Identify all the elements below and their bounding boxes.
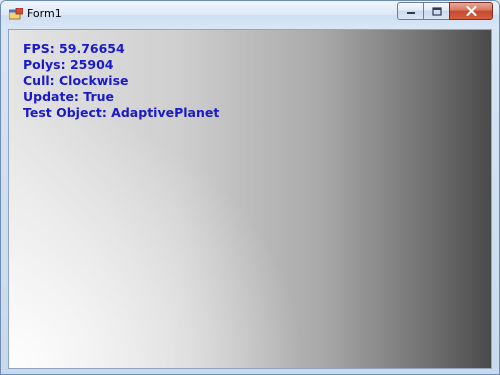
polys-readout: Polys: 25904: [23, 57, 114, 72]
maximize-button[interactable]: [423, 2, 449, 20]
stats-overlay: FPS: 59.76654 Polys: 25904 Cull: Clockwi…: [23, 41, 219, 121]
render-viewport[interactable]: FPS: 59.76654 Polys: 25904 Cull: Clockwi…: [8, 29, 492, 369]
app-window: Form1 FPS: 59.76654 Polys: 25904 Cull: C…: [0, 0, 500, 375]
update-readout: Update: True: [23, 89, 114, 104]
close-button[interactable]: [449, 2, 493, 20]
test-object-readout: Test Object: AdaptivePlanet: [23, 105, 220, 120]
window-title: Form1: [27, 7, 62, 20]
minimize-icon: [406, 12, 415, 14]
close-icon: [466, 6, 476, 16]
minimize-button[interactable]: [397, 2, 423, 20]
cull-readout: Cull: Clockwise: [23, 73, 129, 88]
caption-buttons: [397, 2, 493, 22]
title-bar[interactable]: Form1: [1, 1, 499, 29]
form-app-icon: [9, 8, 23, 20]
fps-readout: FPS: 59.76654: [23, 41, 125, 56]
maximize-icon: [431, 6, 442, 16]
